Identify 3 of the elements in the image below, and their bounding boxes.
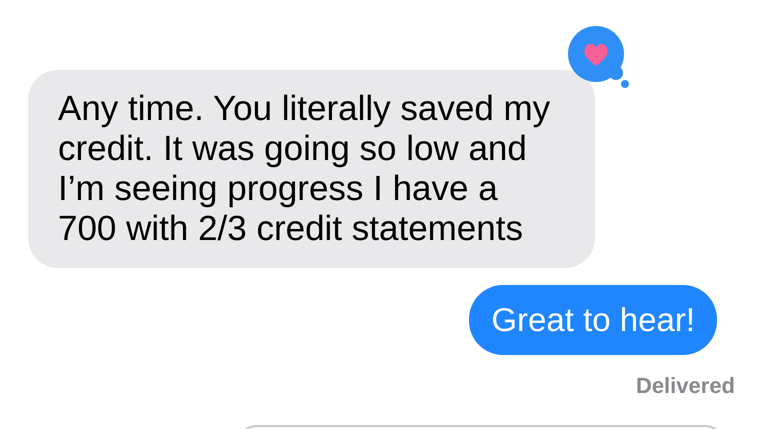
message-bubble: Any time. You literally saved my credit. It was going so low and I’m seeing progress I have a 700 with 2/3 credit statements <box>28 70 595 268</box>
delivery-status: Delivered <box>636 372 735 400</box>
message-bubble: Great to hear! <box>469 285 717 355</box>
